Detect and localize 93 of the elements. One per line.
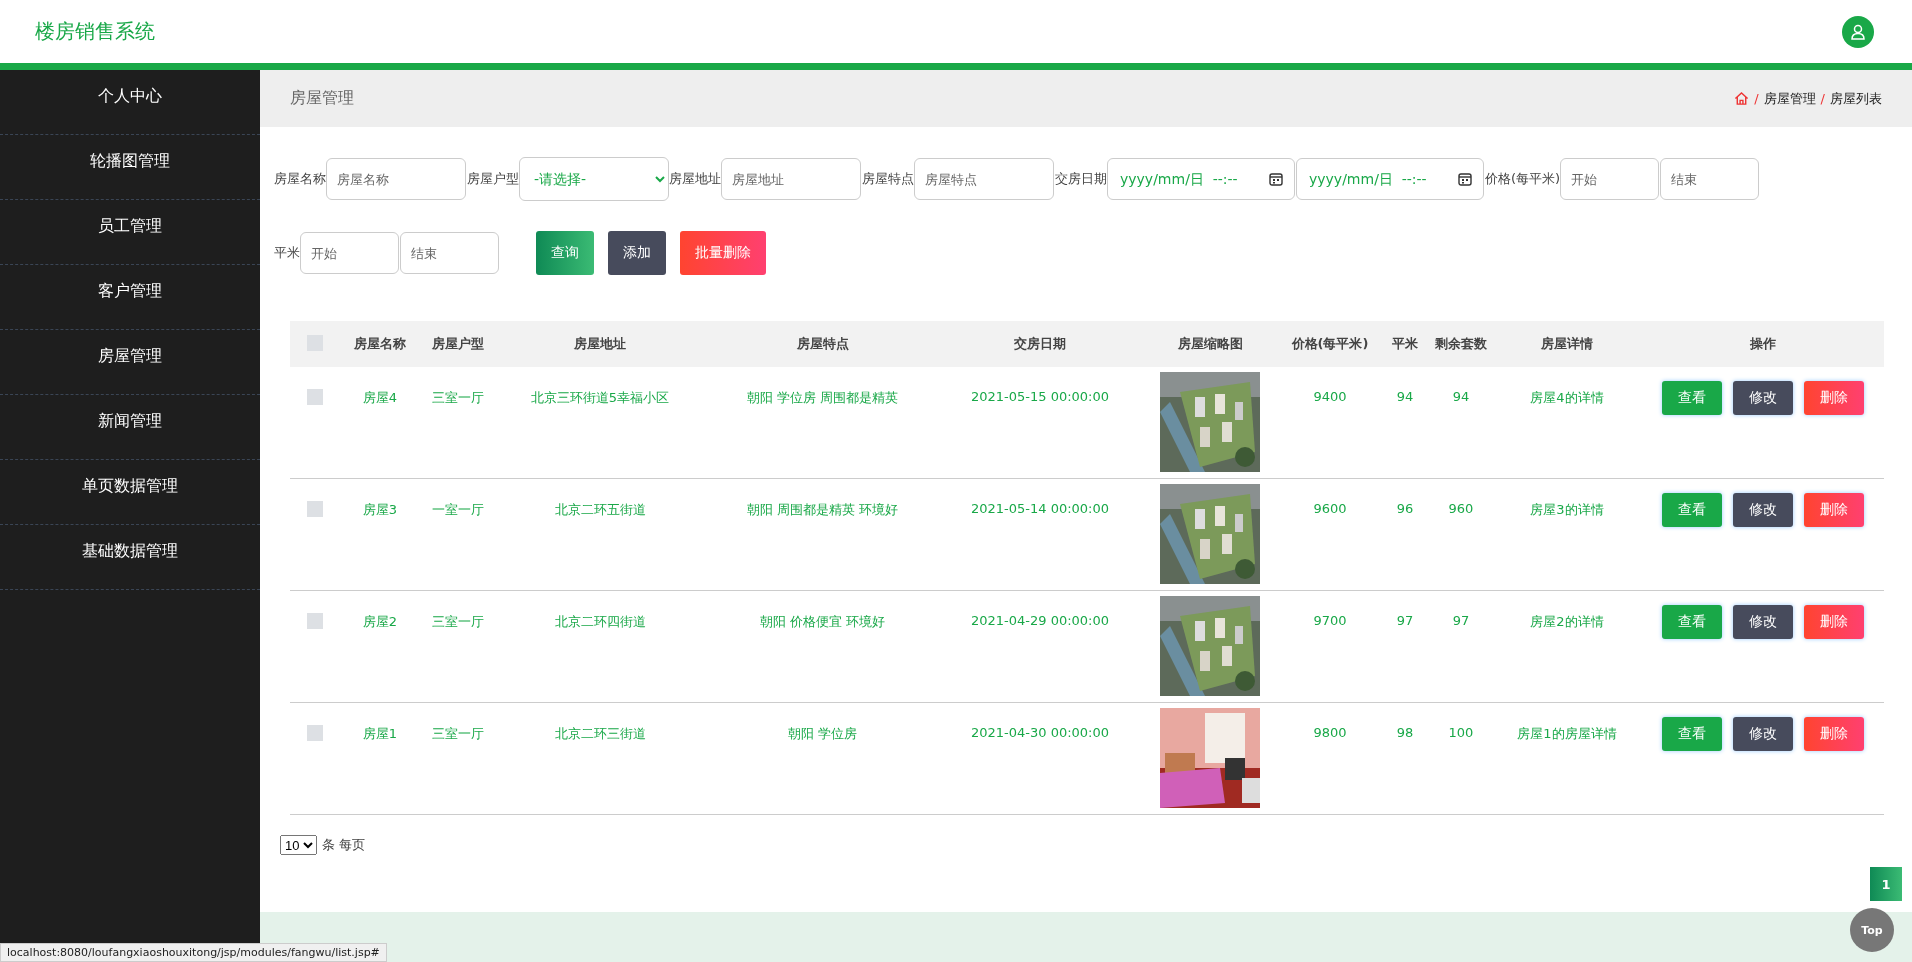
table-cell-text: 2021-05-14 00:00:00: [969, 500, 1111, 516]
page-size-select[interactable]: 10: [280, 835, 317, 855]
table-cell-text: 房屋3: [361, 501, 399, 519]
text-field[interactable]: 房屋地址: [721, 158, 861, 200]
text-field[interactable]: 结束: [400, 232, 499, 274]
checkbox[interactable]: [307, 389, 323, 405]
table-cell-text: 94: [1451, 388, 1471, 404]
column-header: 房屋地址: [495, 321, 705, 367]
field-label: 交房日期: [1055, 170, 1107, 188]
table-cell-text: 三室一厅: [430, 725, 485, 743]
edit-button[interactable]: 修改: [1733, 717, 1793, 751]
table-cell-text: 9400: [1312, 388, 1348, 404]
column-header: 房屋特点: [705, 321, 940, 367]
table-cell-text: 97: [1395, 612, 1415, 628]
table-cell-text: 94: [1395, 388, 1415, 404]
field-label: 房屋名称: [274, 170, 326, 188]
checkbox[interactable]: [307, 501, 323, 517]
column-header: 房屋名称: [340, 321, 420, 367]
sidebar-item[interactable]: 员工管理: [0, 200, 260, 265]
table-cell-text: 北京三环街道5幸福小区: [529, 389, 671, 407]
breadcrumb-link[interactable]: 房屋列表: [1830, 89, 1882, 108]
table-cell-text: 一室一厅: [430, 501, 485, 519]
status-bar: localhost:8080/loufangxiaoshouxitong/jsp/modules/fangwu/list.jsp#: [0, 943, 387, 962]
column-header: 房屋详情: [1492, 321, 1642, 367]
table-cell-text: 2021-04-30 00:00:00: [969, 724, 1111, 740]
sidebar-item[interactable]: 客户管理: [0, 265, 260, 330]
table-cell-text: 房屋4: [361, 389, 399, 407]
table-cell-text: 朝阳 价格便宜 环境好: [758, 613, 887, 631]
breadcrumb-separator: /: [1820, 91, 1825, 106]
add-button[interactable]: 添加: [608, 231, 666, 275]
checkbox[interactable]: [307, 725, 323, 741]
table-cell-text: 9800: [1312, 724, 1348, 740]
text-field[interactable]: 结束: [1660, 158, 1760, 200]
table-cell-text: 朝阳 周围都是精英 环境好: [745, 501, 900, 519]
page-size-label: 条 每页: [322, 836, 366, 854]
sidebar-item[interactable]: 基础数据管理: [0, 525, 260, 590]
column-header: 价格(每平米): [1280, 321, 1380, 367]
table-cell-text: 三室一厅: [430, 613, 485, 631]
table-cell-text: 房屋1: [361, 725, 399, 743]
sidebar-item[interactable]: 新闻管理: [0, 395, 260, 460]
app-title: 楼房销售系统: [35, 18, 155, 45]
date-field[interactable]: yyyy/mm/日 --:--: [1107, 158, 1295, 200]
user-avatar-button[interactable]: [1842, 15, 1874, 48]
date-field[interactable]: yyyy/mm/日 --:--: [1296, 158, 1484, 200]
table-cell-text: 房屋3的详情: [1529, 501, 1605, 519]
sidebar-item[interactable]: 轮播图管理: [0, 135, 260, 200]
text-field[interactable]: 开始: [300, 232, 399, 274]
table-cell-text: 朝阳 学位房: [786, 725, 859, 743]
table-cell-text: 100: [1447, 724, 1475, 740]
table-cell-text: 98: [1395, 724, 1415, 740]
table-cell-text: 97: [1451, 612, 1471, 628]
field-label: 平米: [274, 244, 300, 262]
table-cell-text: 960: [1447, 500, 1475, 516]
page-title: 房屋管理: [290, 88, 354, 109]
table-cell-text: 朝阳 学位房 周围都是精英: [745, 389, 900, 407]
column-header: 交房日期: [940, 321, 1140, 367]
table-cell-text: 9600: [1312, 500, 1348, 516]
table-cell-text: 9700: [1312, 612, 1348, 628]
table-cell-text: 北京二环五街道: [553, 501, 647, 519]
table-cell-text: 2021-05-15 00:00:00: [969, 388, 1111, 404]
text-field[interactable]: 开始: [1560, 158, 1660, 200]
calendar-icon[interactable]: [1458, 172, 1472, 186]
column-header: 剩余套数: [1430, 321, 1492, 367]
home-icon[interactable]: [1734, 91, 1750, 106]
field-label: 房屋特点: [862, 170, 914, 188]
field-label: 价格(每平米): [1485, 170, 1561, 188]
sidebar-item[interactable]: 房屋管理: [0, 330, 260, 395]
table-cell-text: 房屋2的详情: [1529, 613, 1605, 631]
column-header: 房屋缩略图: [1140, 321, 1280, 367]
column-header: 房屋户型: [420, 321, 495, 367]
text-field[interactable]: 房屋特点: [914, 158, 1054, 200]
edit-button[interactable]: 修改: [1733, 493, 1793, 527]
table-cell-text: 房屋1的房屋详情: [1516, 725, 1618, 743]
table-cell-text: 北京二环三街道: [553, 725, 647, 743]
user-icon: [1850, 23, 1866, 40]
calendar-icon[interactable]: [1269, 172, 1283, 186]
table-cell-text: 北京二环四街道: [553, 613, 647, 631]
column-header: 平米: [1380, 321, 1430, 367]
table-cell-text: 三室一厅: [430, 389, 485, 407]
table-cell-text: 房屋4的详情: [1529, 389, 1605, 407]
text-field[interactable]: 房屋名称: [326, 158, 466, 200]
table-cell-text: 房屋2: [361, 613, 399, 631]
field-label: 房屋户型: [467, 170, 519, 188]
checkbox[interactable]: [307, 613, 323, 629]
table-cell-text: 2021-04-29 00:00:00: [969, 612, 1111, 628]
field-label: 房屋地址: [669, 170, 721, 188]
column-header: 操作: [1642, 321, 1884, 367]
sidebar-item[interactable]: 单页数据管理: [0, 460, 260, 525]
breadcrumb-separator: /: [1754, 91, 1759, 106]
breadcrumb-link[interactable]: 房屋管理: [1763, 89, 1816, 108]
table-cell-text: 96: [1395, 500, 1415, 516]
edit-button[interactable]: 修改: [1733, 381, 1793, 415]
edit-button[interactable]: 修改: [1733, 605, 1793, 639]
